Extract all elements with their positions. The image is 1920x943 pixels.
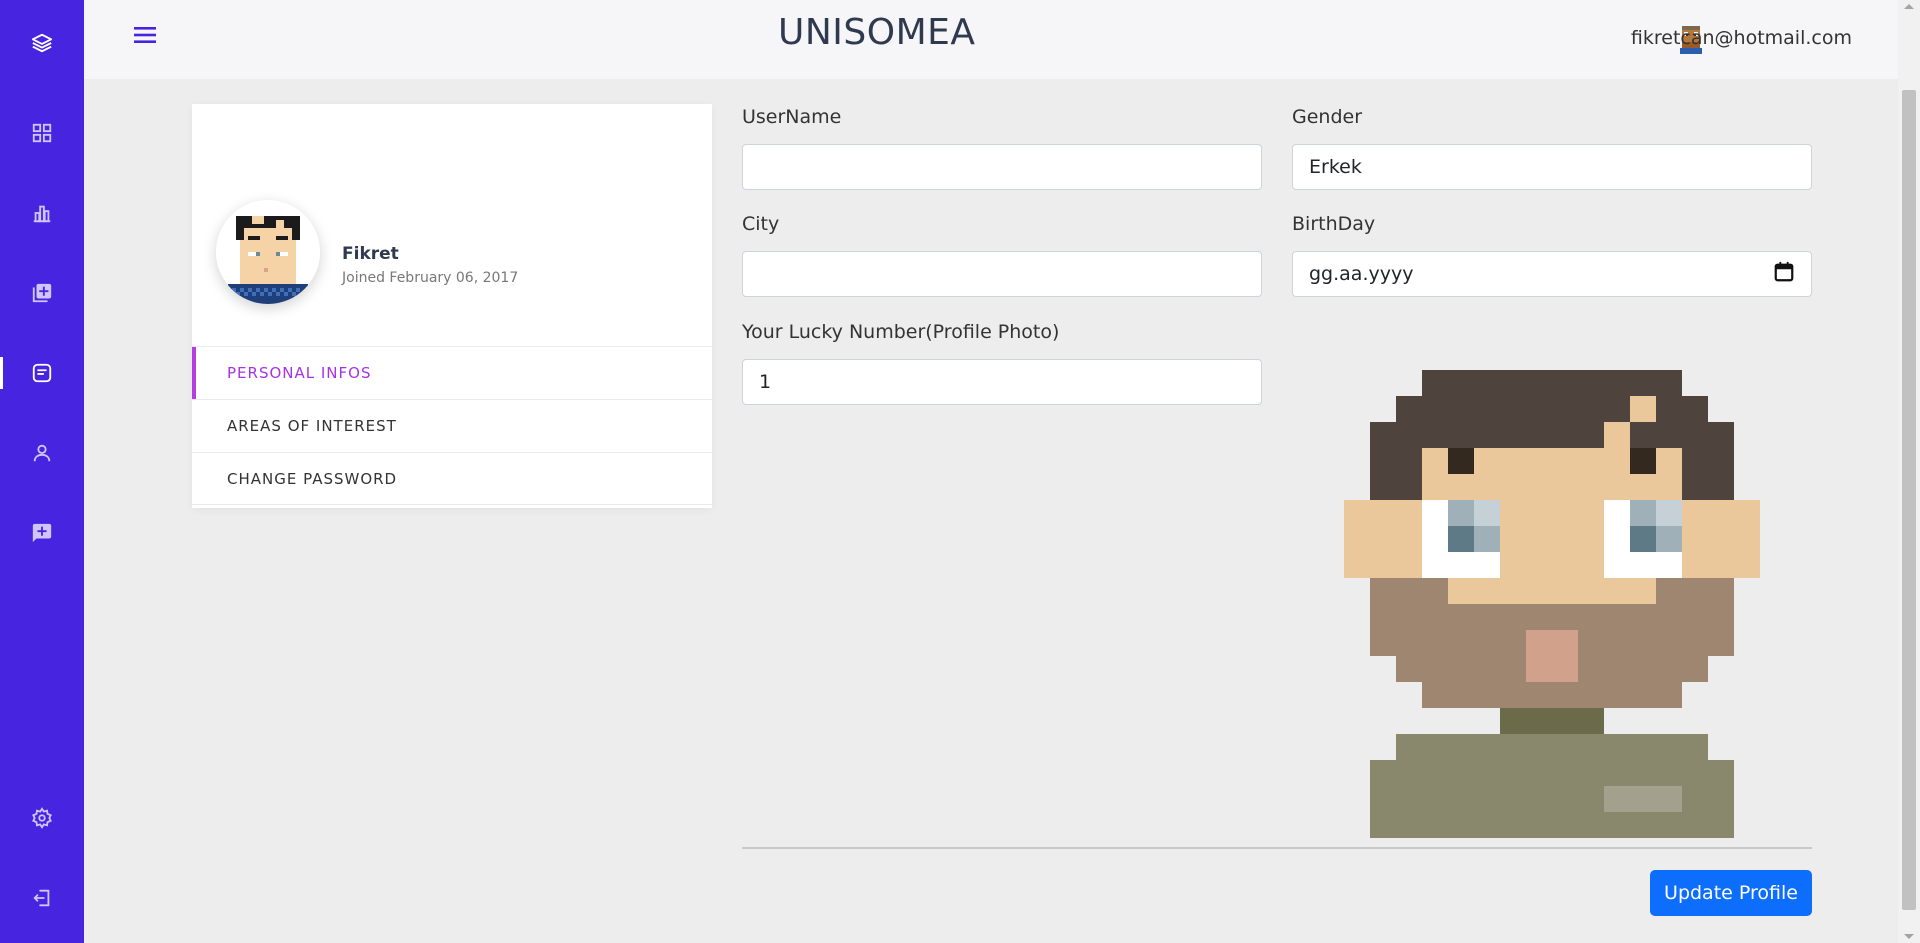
birthday-placeholder: gg.aa.yyyy	[1309, 263, 1414, 285]
update-profile-button[interactable]: Update Profile	[1650, 870, 1812, 916]
city-input[interactable]	[742, 251, 1262, 297]
menu-item-personal-infos[interactable]: PERSONAL INFOS	[192, 346, 712, 399]
scrollbar-thumb[interactable]	[1902, 90, 1916, 910]
hamburger-menu-icon[interactable]	[127, 19, 163, 51]
settings-gear-icon[interactable]	[0, 794, 84, 842]
gender-input[interactable]	[1292, 144, 1812, 190]
logout-icon[interactable]	[0, 874, 84, 922]
scroll-down-arrow-icon[interactable]	[1904, 934, 1914, 939]
menu-item-areas-of-interest[interactable]: AREAS OF INTEREST	[192, 399, 712, 452]
user-email[interactable]: fikretcan@hotmail.com	[1631, 27, 1852, 49]
layers-icon[interactable]	[0, 19, 84, 67]
lucky-number-label: Your Lucky Number(Profile Photo)	[742, 321, 1060, 343]
birthday-date-input[interactable]: gg.aa.yyyy	[1292, 251, 1812, 297]
username-label: UserName	[742, 106, 842, 128]
notes-icon[interactable]	[0, 349, 84, 397]
profile-name: Fikret	[342, 244, 399, 264]
add-library-icon[interactable]	[0, 269, 84, 317]
profile-menu: PERSONAL INFOS AREAS OF INTEREST CHANGE …	[192, 346, 712, 505]
user-icon[interactable]	[0, 429, 84, 477]
gender-label: Gender	[1292, 106, 1363, 128]
add-message-icon[interactable]	[0, 509, 84, 557]
dashboard-grid-icon[interactable]	[0, 109, 84, 157]
menu-item-change-password[interactable]: CHANGE PASSWORD	[192, 452, 712, 505]
brand-title: UNISOMEA	[778, 12, 976, 53]
profile-card: Fikret Joined February 06, 2017 PERSONAL…	[192, 104, 712, 508]
top-bar: UNISOMEA fikretcan@hotmail.com	[84, 0, 1898, 79]
username-input[interactable]	[742, 144, 1262, 190]
page-scrollbar[interactable]	[1898, 0, 1920, 943]
profile-avatar	[216, 200, 320, 304]
profile-joined-date: Joined February 06, 2017	[342, 270, 519, 286]
sidebar	[0, 0, 84, 943]
calendar-icon[interactable]	[1773, 261, 1795, 287]
scroll-up-arrow-icon[interactable]	[1904, 4, 1914, 9]
lucky-number-input[interactable]	[742, 359, 1262, 405]
birthday-label: BirthDay	[1292, 213, 1376, 235]
profile-photo-preview	[1344, 370, 1760, 838]
bar-chart-icon[interactable]	[0, 189, 84, 237]
city-label: City	[742, 213, 780, 235]
form-divider	[742, 847, 1812, 849]
